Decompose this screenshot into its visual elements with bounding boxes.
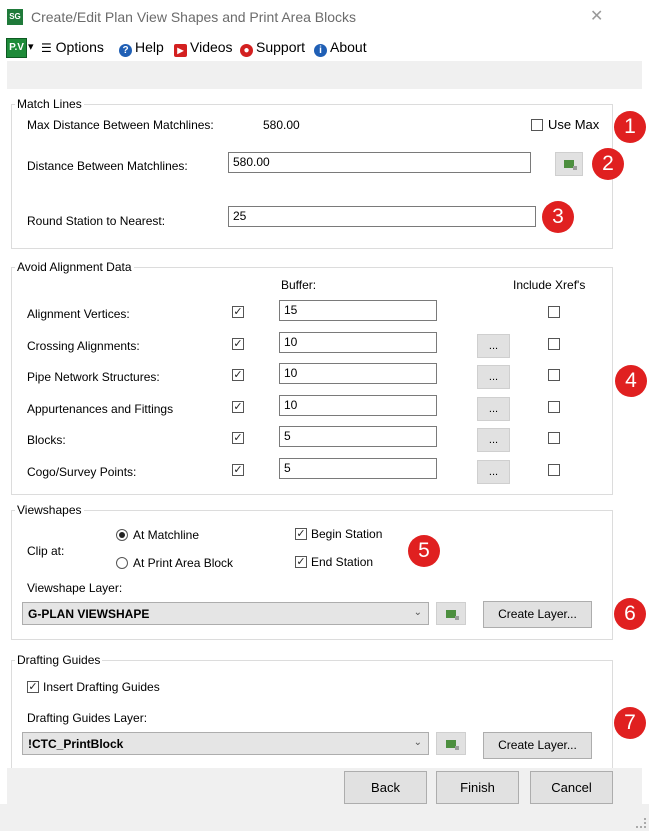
layer-pick-icon bbox=[446, 740, 459, 750]
window-title: Create/Edit Plan View Shapes and Print A… bbox=[31, 9, 357, 25]
avoid-row-label: Cogo/Survey Points: bbox=[27, 465, 137, 479]
radio-at-matchline[interactable] bbox=[116, 529, 128, 541]
callout-marker-5: 5 bbox=[408, 535, 440, 567]
menu-about[interactable]: i About bbox=[314, 39, 367, 57]
callout-marker-1: 1 bbox=[614, 111, 646, 143]
buffer-input[interactable]: 10 bbox=[279, 332, 437, 353]
help-icon: ? bbox=[119, 44, 132, 57]
include-xref-checkbox[interactable] bbox=[548, 306, 560, 318]
avoid-row-label: Crossing Alignments: bbox=[27, 339, 140, 353]
buffer-header: Buffer: bbox=[281, 278, 317, 292]
avoid-row-label: Alignment Vertices: bbox=[27, 307, 130, 321]
insert-drafting-guides-checkbox[interactable]: ✓ bbox=[27, 681, 39, 693]
max-distance-label: Max Distance Between Matchlines: bbox=[27, 118, 214, 132]
avoid-row-checkbox[interactable]: ✓ bbox=[232, 338, 244, 350]
insert-drafting-guides-label: Insert Drafting Guides bbox=[43, 680, 160, 694]
video-play-icon: ▶ bbox=[174, 44, 187, 57]
avoid-row-checkbox[interactable]: ✓ bbox=[232, 432, 244, 444]
browse-button[interactable]: ... bbox=[477, 428, 510, 452]
round-input[interactable]: 25 bbox=[228, 206, 536, 227]
radio-at-matchline-label: At Matchline bbox=[133, 528, 200, 542]
resize-grip-icon[interactable] bbox=[636, 818, 646, 828]
end-station-label: End Station bbox=[311, 555, 374, 569]
distance-input[interactable]: 580.00 bbox=[228, 152, 531, 173]
drafting-guides-legend: Drafting Guides bbox=[15, 653, 103, 667]
begin-station-checkbox[interactable]: ✓ bbox=[295, 528, 307, 540]
use-max-checkbox[interactable] bbox=[531, 119, 543, 131]
browse-button[interactable]: ... bbox=[477, 460, 510, 484]
pick-distance-button[interactable] bbox=[555, 152, 583, 176]
status-bar bbox=[0, 804, 649, 831]
create-drafting-layer-button[interactable]: Create Layer... bbox=[483, 732, 592, 759]
layer-pick-icon bbox=[446, 610, 459, 620]
buffer-input[interactable]: 5 bbox=[279, 458, 437, 479]
xref-header: Include Xref's bbox=[513, 278, 586, 292]
avoid-row-checkbox[interactable]: ✓ bbox=[232, 369, 244, 381]
avoid-row-checkbox[interactable]: ✓ bbox=[232, 306, 244, 318]
back-button[interactable]: Back bbox=[344, 771, 427, 804]
browse-button[interactable]: ... bbox=[477, 334, 510, 358]
finish-button[interactable]: Finish bbox=[436, 771, 519, 804]
pick-viewshape-layer-button[interactable] bbox=[436, 602, 466, 625]
buffer-input[interactable]: 10 bbox=[279, 363, 437, 384]
drafting-layer-label: Drafting Guides Layer: bbox=[27, 711, 148, 725]
callout-marker-2: 2 bbox=[592, 148, 624, 180]
begin-station-label: Begin Station bbox=[311, 527, 383, 541]
chevron-down-icon: ⌄ bbox=[413, 607, 422, 618]
drafting-layer-select[interactable]: !CTC_PrintBlock ⌄ bbox=[22, 732, 429, 755]
round-label: Round Station to Nearest: bbox=[27, 214, 166, 228]
avoid-row-label: Blocks: bbox=[27, 433, 66, 447]
avoid-row-checkbox[interactable]: ✓ bbox=[232, 401, 244, 413]
browse-button[interactable]: ... bbox=[477, 397, 510, 421]
viewshape-layer-select[interactable]: G-PLAN VIEWSHAPE ⌄ bbox=[22, 602, 429, 625]
include-xref-checkbox[interactable] bbox=[548, 401, 560, 413]
menu-options[interactable]: ☰ Options bbox=[41, 39, 104, 55]
cancel-button[interactable]: Cancel bbox=[530, 771, 613, 804]
chevron-down-icon: ⌄ bbox=[413, 737, 422, 748]
menu-support[interactable]: ● Support bbox=[240, 39, 305, 57]
menu-videos[interactable]: ▶ Videos bbox=[174, 39, 233, 57]
viewshapes-legend: Viewshapes bbox=[15, 503, 84, 517]
max-distance-value: 580.00 bbox=[263, 118, 300, 132]
buffer-input[interactable]: 15 bbox=[279, 300, 437, 321]
support-agent-icon: ● bbox=[240, 44, 253, 57]
include-xref-checkbox[interactable] bbox=[548, 464, 560, 476]
close-icon[interactable]: ✕ bbox=[590, 6, 603, 26]
callout-marker-6: 6 bbox=[614, 598, 646, 630]
toolbar-strip bbox=[7, 61, 642, 89]
distance-label: Distance Between Matchlines: bbox=[27, 159, 188, 173]
end-station-checkbox[interactable]: ✓ bbox=[295, 556, 307, 568]
buffer-input[interactable]: 5 bbox=[279, 426, 437, 447]
list-icon: ☰ bbox=[41, 41, 52, 55]
include-xref-checkbox[interactable] bbox=[548, 369, 560, 381]
info-icon: i bbox=[314, 44, 327, 57]
app-icon: SG bbox=[7, 9, 23, 25]
include-xref-checkbox[interactable] bbox=[548, 338, 560, 350]
clip-at-label: Clip at: bbox=[27, 544, 65, 558]
avoid-row-checkbox[interactable]: ✓ bbox=[232, 464, 244, 476]
callout-marker-7: 7 bbox=[614, 707, 646, 739]
match-lines-legend: Match Lines bbox=[15, 97, 84, 111]
callout-marker-3: 3 bbox=[542, 201, 574, 233]
include-xref-checkbox[interactable] bbox=[548, 432, 560, 444]
pick-drafting-layer-button[interactable] bbox=[436, 732, 466, 755]
avoid-row-label: Appurtenances and Fittings bbox=[27, 402, 174, 416]
avoid-row-label: Pipe Network Structures: bbox=[27, 370, 160, 384]
avoid-alignment-legend: Avoid Alignment Data bbox=[15, 260, 134, 274]
callout-marker-4: 4 bbox=[615, 365, 647, 397]
pv-logo[interactable]: P.V bbox=[6, 38, 27, 58]
create-viewshape-layer-button[interactable]: Create Layer... bbox=[483, 601, 592, 628]
radio-at-print-area-label: At Print Area Block bbox=[133, 556, 234, 570]
browse-button[interactable]: ... bbox=[477, 365, 510, 389]
use-max-label: Use Max bbox=[548, 117, 600, 132]
pick-icon bbox=[564, 160, 577, 170]
radio-at-print-area[interactable] bbox=[116, 557, 128, 569]
buffer-input[interactable]: 10 bbox=[279, 395, 437, 416]
logo-dropdown-icon[interactable]: ▾ bbox=[28, 40, 34, 53]
viewshape-layer-label: Viewshape Layer: bbox=[27, 581, 123, 595]
menu-help[interactable]: ? Help bbox=[119, 39, 164, 57]
